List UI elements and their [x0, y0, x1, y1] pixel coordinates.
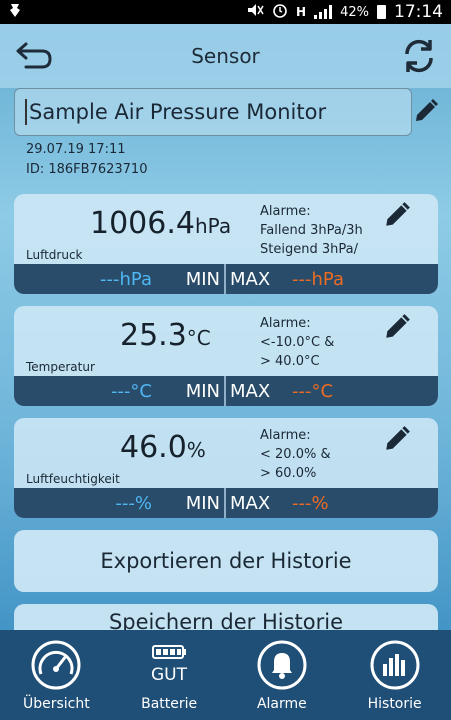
sensor-date: 29.07.19 17:11 — [26, 142, 126, 157]
humidity-value: 46.0% — [120, 430, 206, 465]
humidity-label: Luftfeuchtigkeit — [26, 472, 120, 486]
nav-overview-label: Übersicht — [23, 696, 90, 712]
humidity-alarms: Alarme: < 20.0% & > 60.0% — [260, 428, 331, 481]
pencil-icon — [416, 99, 438, 121]
min-label: MIN — [185, 380, 220, 402]
humidity-max-value: ---% — [292, 492, 329, 514]
min-label: MIN — [185, 492, 220, 514]
refresh-button[interactable] — [399, 36, 439, 76]
sensor-id: ID: 186FB7623710 — [26, 162, 148, 177]
nav-battery[interactable]: GUT Batterie — [113, 630, 226, 720]
signal-icon — [314, 5, 333, 19]
pressure-minmax-bar: ---hPa MIN MAX ---hPa — [14, 264, 438, 294]
bar-chart-icon — [370, 640, 420, 690]
nav-history-label: Historie — [367, 696, 422, 712]
sensor-name: Sample Air Pressure Monitor — [29, 100, 327, 124]
back-arrow-icon — [16, 42, 52, 69]
temperature-label: Temperatur — [26, 360, 95, 374]
page-title: Sensor — [191, 44, 260, 68]
nav-overview[interactable]: Übersicht — [0, 630, 113, 720]
humidity-card: 46.0% Luftfeuchtigkeit Alarme: < 20.0% &… — [14, 418, 438, 518]
edit-name-button[interactable] — [412, 97, 440, 125]
nav-history[interactable]: Historie — [338, 630, 451, 720]
bottom-navigation: Übersicht GUT Batterie Alarme Historie — [0, 630, 451, 720]
clock: 17:14 — [394, 2, 443, 22]
export-history-button[interactable]: Exportieren der Historie — [14, 530, 438, 592]
notification-icon — [8, 2, 28, 22]
pressure-max-value: ---hPa — [292, 268, 344, 290]
refresh-icon — [405, 39, 433, 73]
battery-status-icon — [377, 5, 386, 19]
nav-alarms[interactable]: Alarme — [226, 630, 339, 720]
pressure-min-value: ---hPa — [100, 268, 152, 290]
temperature-alarms: Alarme: <-10.0°C & > 40.0°C — [260, 316, 335, 369]
app-bar: Sensor — [0, 24, 451, 88]
temperature-min-value: ---°C — [110, 380, 152, 402]
text-cursor — [25, 99, 27, 125]
temperature-minmax-bar: ---°C MIN MAX ---°C — [14, 376, 438, 406]
pencil-icon — [386, 314, 410, 338]
pencil-icon — [386, 202, 410, 226]
max-label: MAX — [230, 492, 271, 514]
status-bar: H 42% 17:14 — [0, 0, 451, 24]
humidity-minmax-bar: ---% MIN MAX ---% — [14, 488, 438, 518]
nav-alarms-label: Alarme — [256, 696, 307, 712]
speedometer-icon — [31, 640, 81, 690]
edit-humidity-alarm-button[interactable] — [382, 424, 412, 454]
pressure-label: Luftdruck — [26, 248, 83, 262]
sensor-name-field[interactable]: Sample Air Pressure Monitor — [14, 88, 412, 136]
battery-icon: GUT — [151, 645, 188, 685]
back-button[interactable] — [14, 38, 54, 72]
pressure-card: 1006.4hPa Luftdruck Alarme: Fallend 3hPa… — [14, 194, 438, 294]
mute-icon — [246, 3, 264, 21]
pressure-value: 1006.4hPa — [90, 206, 232, 241]
battery-status-text: GUT — [151, 665, 188, 685]
min-label: MIN — [185, 268, 220, 290]
pencil-icon — [386, 426, 410, 450]
bell-icon — [257, 640, 307, 690]
alarm-clock-icon — [272, 2, 288, 22]
temperature-card: 25.3°C Temperatur Alarme: <-10.0°C & > 4… — [14, 306, 438, 406]
max-label: MAX — [230, 268, 271, 290]
nav-battery-label: Batterie — [141, 696, 198, 712]
humidity-min-value: ---% — [115, 492, 152, 514]
temperature-value: 25.3°C — [120, 318, 211, 353]
battery-percent: 42% — [340, 4, 369, 20]
edit-temperature-alarm-button[interactable] — [382, 312, 412, 342]
edit-pressure-alarm-button[interactable] — [382, 200, 412, 230]
temperature-max-value: ---°C — [292, 380, 334, 402]
network-type: H — [296, 5, 307, 19]
pressure-alarms: Alarme: Fallend 3hPa/3h Steigend 3hPa/ — [260, 204, 363, 257]
max-label: MAX — [230, 380, 271, 402]
